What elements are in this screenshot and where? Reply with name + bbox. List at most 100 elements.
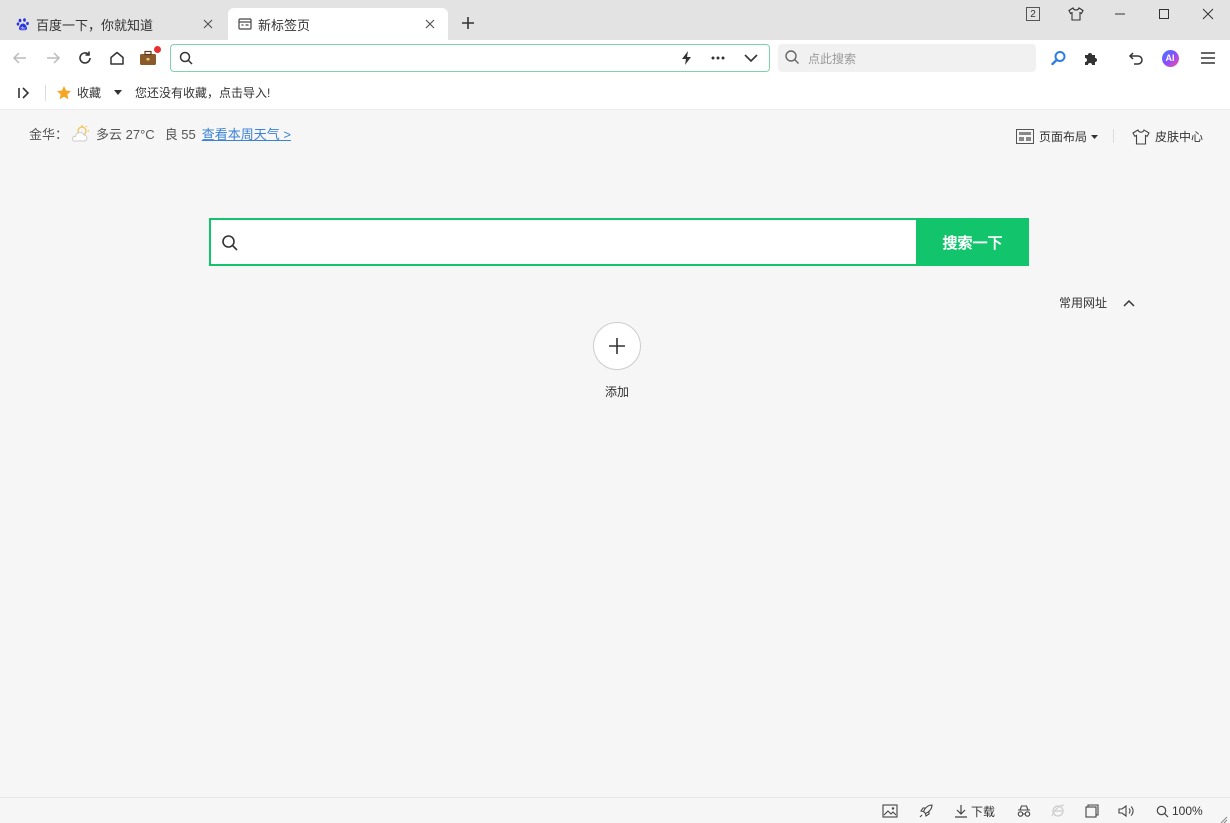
downloads-label: 下载	[971, 804, 996, 819]
tab-baidu[interactable]: du 百度一下，你就知道	[0, 8, 226, 40]
home-button[interactable]	[106, 47, 128, 69]
sidebar-toggle-button[interactable]	[17, 86, 31, 100]
more-dots-icon	[711, 56, 725, 60]
chevron-up-icon	[1123, 299, 1135, 307]
tshirt-icon	[1132, 128, 1150, 145]
puzzle-icon	[1085, 53, 1097, 65]
tab-newtab[interactable]: 新标签页	[228, 8, 448, 40]
search-button[interactable]: 搜索一下	[916, 218, 1029, 266]
skin-center-button[interactable]: 皮肤中心	[1132, 128, 1203, 145]
minimize-icon	[1115, 13, 1125, 15]
close-icon	[1202, 8, 1214, 20]
restore-window-icon	[1085, 804, 1099, 818]
download-icon	[955, 805, 967, 818]
newtab-page-icon	[238, 17, 252, 31]
baidu-paw-icon: du	[16, 17, 30, 31]
plus-icon	[462, 17, 474, 29]
layout-grid-icon	[1016, 129, 1034, 144]
toolbox-button[interactable]	[137, 46, 161, 69]
weather-city: 金华：	[29, 127, 69, 142]
partly-cloudy-icon	[70, 124, 90, 143]
tab-strip: du 百度一下，你就知道 新标签页 2	[0, 0, 1230, 40]
favorites-label: 收藏	[77, 86, 102, 100]
dropdown-button[interactable]	[740, 47, 762, 69]
ai-icon: AI	[1161, 49, 1179, 67]
maximize-button[interactable]	[1153, 4, 1175, 24]
minimize-button[interactable]	[1109, 4, 1131, 24]
home-icon	[110, 51, 124, 65]
rocket-icon	[919, 804, 933, 818]
main-search-input[interactable]	[211, 220, 916, 264]
favorites-button[interactable]: 收藏	[56, 84, 123, 101]
speaker-icon	[1118, 804, 1134, 818]
resize-grip[interactable]	[1220, 812, 1228, 823]
sidebar-expand-icon	[18, 86, 30, 99]
speedup-button[interactable]	[918, 803, 934, 819]
weather-widget: 金华： 多云 27°C 良 55 查看本周天气 >	[29, 124, 291, 143]
side-search-box[interactable]: 点此搜索	[778, 44, 1036, 72]
page-layout-label: 页面布局	[1039, 130, 1088, 144]
incognito-button[interactable]	[1016, 803, 1032, 819]
back-button[interactable]	[9, 47, 31, 69]
address-input[interactable]	[201, 47, 671, 69]
main-menu-button[interactable]	[1197, 47, 1219, 69]
add-site-button[interactable]	[593, 322, 641, 370]
tab-title: 新标签页	[258, 17, 311, 33]
downloads-button[interactable]: 下载	[954, 803, 995, 819]
air-quality: 良 55	[164, 127, 196, 142]
svg-text:du: du	[20, 25, 26, 30]
window-close-button[interactable]	[1197, 4, 1219, 24]
star-icon	[57, 85, 71, 99]
divider	[45, 84, 46, 101]
briefcase-icon	[140, 50, 156, 65]
add-site-label: 添加	[604, 385, 629, 399]
skin-center-label: 皮肤中心	[1155, 130, 1204, 144]
main-search-box: 搜索一下	[209, 218, 1029, 266]
ie-mode-button[interactable]	[1050, 803, 1066, 819]
undo-close-button[interactable]	[1125, 47, 1147, 69]
skin-shirt-button[interactable]	[1065, 4, 1087, 24]
frequent-sites-label: 常用网址	[1059, 296, 1108, 310]
zoom-button[interactable]: 100%	[1156, 803, 1203, 819]
import-bookmarks-link[interactable]: 您还没有收藏，点击导入!	[135, 84, 270, 101]
hamburger-menu-icon	[1201, 52, 1215, 64]
magnifier-blue-icon	[1051, 51, 1066, 66]
notification-dot	[154, 46, 161, 53]
incognito-icon	[1017, 805, 1031, 817]
reload-button[interactable]	[74, 47, 96, 69]
navigation-toolbar: 点此搜索 AI	[0, 40, 1230, 76]
search-icon	[784, 49, 800, 68]
tab-count-button[interactable]: 2	[1022, 4, 1044, 24]
window-mode-button[interactable]	[1085, 803, 1099, 819]
chevron-down-icon	[744, 54, 758, 62]
ie-icon	[1051, 804, 1065, 817]
forward-button[interactable]	[42, 47, 64, 69]
close-icon[interactable]	[422, 16, 438, 32]
speed-mode-button[interactable]	[676, 47, 698, 69]
caret-down-icon	[1091, 134, 1099, 139]
zoom-icon	[1156, 805, 1169, 817]
close-icon[interactable]	[200, 16, 216, 32]
image-toggle-button[interactable]	[882, 803, 898, 819]
address-bar[interactable]	[170, 44, 770, 72]
frequent-sites-toggle[interactable]: 常用网址	[1059, 294, 1135, 311]
extensions-button[interactable]	[1080, 47, 1102, 69]
sound-button[interactable]	[1118, 803, 1134, 819]
search-engine-button[interactable]	[1048, 47, 1070, 69]
tshirt-icon	[1068, 7, 1084, 21]
page-layout-button[interactable]: 页面布局	[1016, 128, 1099, 145]
reload-icon	[79, 51, 91, 64]
bookmarks-bar: 收藏 您还没有收藏，点击导入!	[0, 76, 1230, 110]
undo-icon	[1128, 52, 1143, 65]
more-options-button[interactable]	[707, 47, 729, 69]
divider	[1113, 129, 1114, 143]
resize-grip-icon	[1220, 816, 1228, 823]
arrow-left-icon	[12, 52, 26, 64]
new-tab-button[interactable]	[456, 12, 480, 34]
side-search-placeholder: 点此搜索	[808, 51, 857, 66]
plus-icon	[609, 338, 625, 354]
search-icon	[175, 47, 197, 69]
maximize-icon	[1159, 9, 1169, 19]
weekly-weather-link[interactable]: 查看本周天气 >	[202, 124, 291, 143]
ai-assistant-button[interactable]: AI	[1159, 47, 1181, 69]
